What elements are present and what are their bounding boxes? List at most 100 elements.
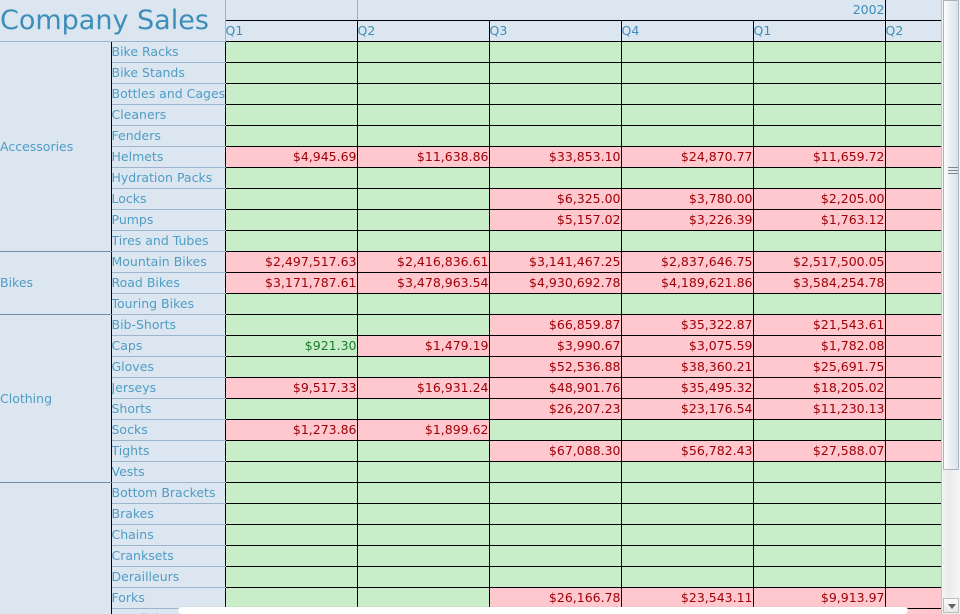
row-item-label[interactable]: Jerseys — [111, 377, 226, 399]
row-item-label[interactable]: Shorts — [111, 398, 226, 420]
cell-value[interactable] — [885, 461, 941, 483]
row-item-label[interactable]: Locks — [111, 188, 226, 210]
cell-value[interactable] — [621, 62, 754, 84]
table-row[interactable]: Jerseys $9,517.33 $16,931.24 $48,901.76 $35,… — [0, 377, 941, 399]
cell-value[interactable] — [489, 524, 622, 546]
row-item-label[interactable]: Helmets — [111, 146, 226, 168]
cell-value[interactable] — [621, 167, 754, 189]
cell-value[interactable] — [621, 503, 754, 525]
cell-value[interactable] — [489, 419, 622, 441]
cell-value[interactable] — [885, 503, 941, 525]
cell-value[interactable] — [489, 545, 622, 567]
cell-value[interactable] — [357, 356, 490, 378]
cell-value[interactable] — [885, 104, 941, 126]
column-header-q4[interactable]: Q4 — [621, 20, 754, 42]
cell-value[interactable] — [885, 293, 941, 315]
table-row[interactable]: Bottom Brackets — [0, 482, 941, 614]
cell-value[interactable] — [357, 440, 490, 462]
cell-value[interactable] — [753, 293, 886, 315]
row-item-label[interactable]: Vests — [111, 461, 226, 483]
cell-value[interactable] — [225, 188, 358, 210]
row-item-label[interactable]: Gloves — [111, 356, 226, 378]
cell-value[interactable]: $38,360.21 — [621, 356, 754, 378]
cell-value[interactable] — [621, 566, 754, 588]
cell-value[interactable] — [753, 461, 886, 483]
cell-value[interactable]: $3,226.39 — [621, 209, 754, 231]
cell-value[interactable] — [225, 545, 358, 567]
column-header-q3[interactable]: Q3 — [489, 20, 622, 42]
cell-value[interactable] — [621, 419, 754, 441]
row-item-label[interactable]: Tires and Tubes — [111, 230, 226, 252]
cell-value[interactable] — [357, 83, 490, 105]
cell-value[interactable] — [753, 524, 886, 546]
row-item-label[interactable]: Mountain Bikes — [111, 251, 226, 273]
cell-value[interactable]: $ — [885, 272, 941, 294]
table-row[interactable]: Road Bikes $3,171,787.61 $3,478,963.54 $4,9… — [0, 272, 941, 294]
cell-value[interactable]: $5,157.02 — [489, 209, 622, 231]
cell-value[interactable]: $921.30 — [225, 335, 358, 357]
row-item-label[interactable]: Road Bikes — [111, 272, 226, 294]
cell-value[interactable] — [753, 419, 886, 441]
vertical-scrollbar[interactable] — [941, 0, 960, 614]
cell-value[interactable] — [753, 62, 886, 84]
cell-value[interactable] — [357, 188, 490, 210]
column-header-q1[interactable]: Q1 — [225, 20, 358, 42]
cell-value[interactable] — [489, 461, 622, 483]
cell-value[interactable] — [621, 293, 754, 315]
cell-value[interactable] — [225, 209, 358, 231]
cell-value[interactable] — [225, 398, 358, 420]
table-row[interactable]: Cleaners — [0, 104, 941, 126]
cell-value[interactable] — [621, 125, 754, 147]
cell-value[interactable] — [489, 41, 622, 63]
column-header-q6[interactable]: Q2 — [885, 20, 941, 42]
table-row[interactable]: Derailleurs — [0, 566, 941, 588]
cell-value[interactable]: $3,780.00 — [621, 188, 754, 210]
cell-value[interactable] — [489, 503, 622, 525]
cell-value[interactable]: $6,325.00 — [489, 188, 622, 210]
table-row[interactable]: Shorts $26,207.23 $23,176.54 $11,230.13 — [0, 398, 941, 420]
row-item-label[interactable]: Derailleurs — [111, 566, 226, 588]
cell-value[interactable] — [225, 503, 358, 525]
row-item-label[interactable]: Brakes — [111, 503, 226, 525]
cell-value[interactable] — [621, 104, 754, 126]
cell-value[interactable]: $11,638.86 — [357, 146, 490, 168]
cell-value[interactable] — [489, 230, 622, 252]
cell-value[interactable] — [225, 62, 358, 84]
cell-value[interactable] — [885, 314, 941, 336]
row-item-label[interactable]: Fenders — [111, 125, 226, 147]
table-row[interactable]: Accessories Bike Racks — [0, 41, 941, 252]
cell-value[interactable]: $67,088.30 — [489, 440, 622, 462]
cell-value[interactable]: $24,870.77 — [621, 146, 754, 168]
table-row[interactable]: Fenders — [0, 125, 941, 147]
cell-value[interactable]: $11,659.72 — [753, 146, 886, 168]
cell-value[interactable] — [225, 167, 358, 189]
cell-value[interactable]: $56,782.43 — [621, 440, 754, 462]
cell-value[interactable] — [489, 62, 622, 84]
row-item-label[interactable]: Bottles and Cages — [111, 83, 226, 105]
table-row[interactable]: Clothing Bib-Shorts $66,859.87 $35,322.87 $2… — [0, 314, 941, 483]
cell-value[interactable] — [225, 41, 358, 63]
table-row[interactable]: Tires and Tubes — [0, 230, 941, 252]
cell-value[interactable] — [225, 356, 358, 378]
cell-value[interactable] — [885, 335, 941, 357]
table-row[interactable]: Vests — [0, 461, 941, 483]
cell-value[interactable] — [225, 104, 358, 126]
cell-value[interactable]: $26,207.23 — [489, 398, 622, 420]
cell-value[interactable]: $66,859.87 — [489, 314, 622, 336]
cell-value[interactable] — [753, 83, 886, 105]
cell-value[interactable]: $2,205.00 — [753, 188, 886, 210]
table-row[interactable]: Bottles and Cages — [0, 83, 941, 105]
cell-value[interactable]: $3,478,963.54 — [357, 272, 490, 294]
cell-value[interactable]: $1,273.86 — [225, 419, 358, 441]
row-item-label[interactable]: Bike Stands — [111, 62, 226, 84]
cell-value[interactable] — [225, 440, 358, 462]
cell-value[interactable] — [357, 398, 490, 420]
cell-value[interactable] — [753, 230, 886, 252]
row-item-label[interactable]: Cranksets — [111, 545, 226, 567]
cell-value[interactable] — [753, 545, 886, 567]
cell-value[interactable] — [885, 188, 941, 210]
row-item-label[interactable]: Bike Racks — [111, 41, 226, 63]
cell-value[interactable] — [885, 62, 941, 84]
scroll-down-button[interactable] — [943, 598, 959, 613]
cell-value[interactable] — [357, 104, 490, 126]
